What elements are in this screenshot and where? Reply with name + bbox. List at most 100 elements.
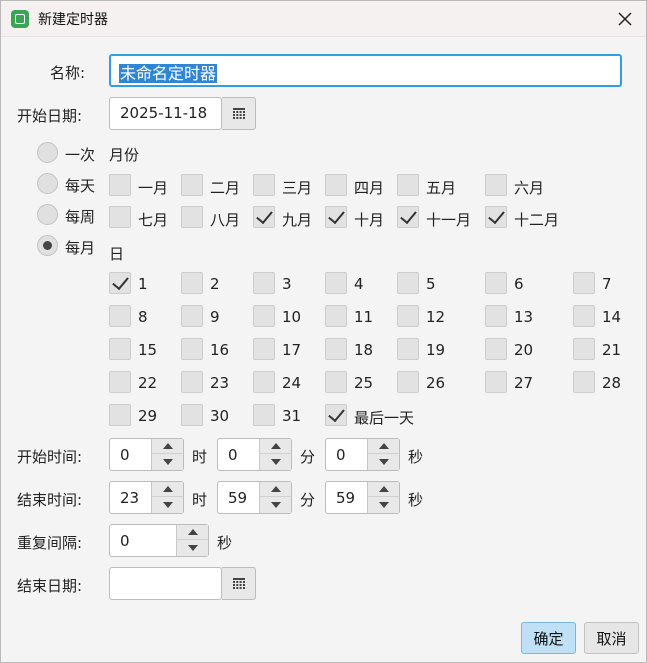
day-checkbox[interactable] (325, 305, 347, 327)
month-checkbox[interactable] (485, 174, 507, 196)
day-checkbox[interactable] (573, 338, 595, 360)
name-input[interactable]: 未命名定时器 (109, 54, 622, 87)
start-time-label: 开始时间: (17, 448, 83, 466)
end-hour-up-button[interactable] (152, 482, 183, 497)
start-minute-spinner[interactable]: 0 (217, 438, 292, 471)
day-checkbox[interactable] (485, 305, 507, 327)
day-label: 3 (282, 275, 292, 293)
interval-up-button[interactable] (177, 525, 208, 540)
day-checkbox[interactable] (397, 338, 419, 360)
day-checkbox[interactable] (181, 338, 203, 360)
month-checkbox[interactable] (325, 206, 347, 228)
day-checkbox[interactable] (109, 371, 131, 393)
start-minute-up-button[interactable] (260, 439, 291, 454)
day-label: 14 (602, 308, 622, 326)
day-checkbox[interactable] (109, 305, 131, 327)
month-label: 十一月 (426, 211, 472, 229)
cancel-button[interactable]: 取消 (584, 622, 639, 654)
start-hour-up-button[interactable] (152, 439, 183, 454)
end-date-picker-button[interactable] (222, 567, 256, 600)
day-checkbox[interactable] (573, 305, 595, 327)
day-checkbox[interactable] (181, 272, 203, 294)
month-label: 六月 (514, 179, 545, 197)
start-hour-unit: 时 (192, 448, 208, 466)
start-minute-unit: 分 (300, 448, 316, 466)
day-checkbox[interactable] (181, 305, 203, 327)
day-checkbox[interactable] (253, 371, 275, 393)
month-checkbox[interactable] (181, 174, 203, 196)
day-checkbox[interactable] (573, 272, 595, 294)
month-checkbox[interactable] (253, 174, 275, 196)
month-checkbox[interactable] (485, 206, 507, 228)
start-date-picker-button[interactable] (222, 97, 256, 130)
day-label: 25 (354, 374, 374, 392)
end-minute-spinner[interactable]: 59 (217, 481, 292, 514)
day-checkbox[interactable] (485, 272, 507, 294)
day-checkbox[interactable] (397, 272, 419, 294)
day-checkbox[interactable] (325, 371, 347, 393)
close-icon (618, 12, 632, 26)
day-checkbox[interactable] (325, 338, 347, 360)
start-minute-down-button[interactable] (260, 454, 291, 469)
month-checkbox[interactable] (109, 174, 131, 196)
month-checkbox[interactable] (397, 174, 419, 196)
month-checkbox[interactable] (109, 206, 131, 228)
day-checkbox[interactable] (109, 272, 131, 294)
month-label: 五月 (426, 179, 457, 197)
start-second-down-button[interactable] (368, 454, 399, 469)
day-label: 18 (354, 341, 374, 359)
end-hour-spinner[interactable]: 23 (109, 481, 184, 514)
month-checkbox[interactable] (181, 206, 203, 228)
radio-monthly[interactable] (37, 235, 58, 256)
day-label: 7 (602, 275, 612, 293)
end-second-down-button[interactable] (368, 497, 399, 512)
day-label: 27 (514, 374, 534, 392)
day-checkbox[interactable] (253, 305, 275, 327)
month-checkbox[interactable] (397, 206, 419, 228)
interval-down-button[interactable] (177, 540, 208, 555)
month-label: 二月 (210, 179, 241, 197)
end-minute-up-button[interactable] (260, 482, 291, 497)
arrow-up-icon (270, 486, 281, 492)
month-checkbox[interactable] (325, 174, 347, 196)
start-second-spinner[interactable]: 0 (325, 438, 400, 471)
day-label: 31 (282, 407, 302, 425)
day-label: 6 (514, 275, 524, 293)
day-label: 11 (354, 308, 374, 326)
radio-weekly[interactable] (37, 204, 58, 225)
interval-spinner[interactable]: 0 (109, 524, 209, 557)
day-checkbox[interactable] (325, 404, 347, 426)
radio-once[interactable] (37, 142, 58, 163)
day-label: 最后一天 (354, 409, 415, 427)
end-hour-down-button[interactable] (152, 497, 183, 512)
end-date-field[interactable] (109, 567, 222, 600)
close-button[interactable] (607, 5, 643, 33)
start-hour-down-button[interactable] (152, 454, 183, 469)
day-checkbox[interactable] (397, 305, 419, 327)
radio-daily[interactable] (37, 173, 58, 194)
month-checkbox[interactable] (253, 206, 275, 228)
day-checkbox[interactable] (573, 371, 595, 393)
day-checkbox[interactable] (485, 338, 507, 360)
day-checkbox[interactable] (253, 272, 275, 294)
day-checkbox[interactable] (485, 371, 507, 393)
start-hour-spinner[interactable]: 0 (109, 438, 184, 471)
day-checkbox[interactable] (181, 404, 203, 426)
arrow-down-icon (378, 501, 389, 508)
end-second-up-button[interactable] (368, 482, 399, 497)
day-checkbox[interactable] (253, 338, 275, 360)
title-bar: 新建定时器 (1, 1, 646, 37)
day-checkbox[interactable] (397, 371, 419, 393)
day-checkbox[interactable] (109, 404, 131, 426)
start-date-field[interactable]: 2025-11-18 (109, 97, 222, 130)
day-checkbox[interactable] (325, 272, 347, 294)
day-checkbox[interactable] (253, 404, 275, 426)
day-label: 22 (138, 374, 158, 392)
end-minute-down-button[interactable] (260, 497, 291, 512)
day-checkbox[interactable] (109, 338, 131, 360)
day-checkbox[interactable] (181, 371, 203, 393)
end-second-spinner[interactable]: 59 (325, 481, 400, 514)
ok-button[interactable]: 确定 (521, 622, 576, 654)
day-label: 12 (426, 308, 446, 326)
start-second-up-button[interactable] (368, 439, 399, 454)
